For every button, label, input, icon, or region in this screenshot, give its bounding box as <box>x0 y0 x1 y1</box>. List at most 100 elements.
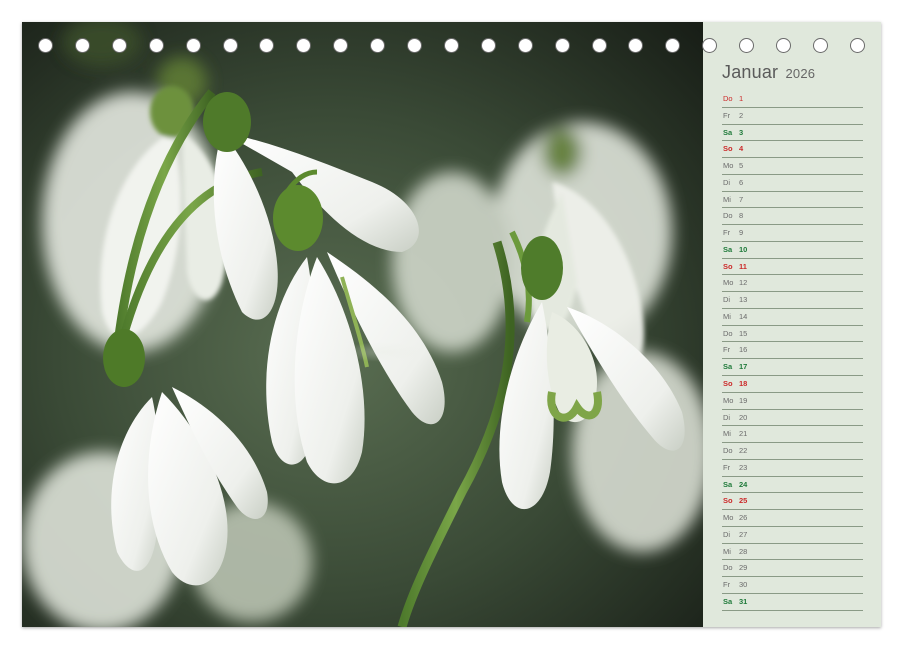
day-row: Sa 24 <box>722 477 863 494</box>
day-row: Fr 16 <box>722 342 863 360</box>
day-number: 31 <box>739 596 748 606</box>
day-row: Mi 14 <box>722 309 863 326</box>
weekday-label: Sa <box>723 244 733 254</box>
binding-hole <box>665 38 681 53</box>
day-list: Do 1 Fr 2 Sa 3 So 4 Mo 5 Di 6 Mi 7 Do 8 Fr 9 Sa 10 So 11 Mo 12 D… <box>722 91 863 611</box>
day-number: 22 <box>739 446 748 456</box>
day-number: 9 <box>739 228 744 238</box>
day-number: 28 <box>739 546 748 556</box>
weekday-label: Sa <box>723 362 733 372</box>
weekday-label: Mo <box>723 395 734 405</box>
binding-hole <box>702 38 718 53</box>
day-number: 19 <box>739 395 748 405</box>
binding-hole <box>333 38 349 53</box>
day-row: Do 22 <box>722 443 863 460</box>
day-number: 6 <box>739 177 744 187</box>
day-row: Fr 9 <box>722 225 863 242</box>
day-row: Do 8 <box>722 208 863 226</box>
weekday-label: Mi <box>723 429 731 439</box>
day-row: Sa 3 <box>722 125 863 142</box>
day-number: 2 <box>739 110 744 120</box>
weekday-label: So <box>723 496 733 506</box>
spiral-binding <box>22 38 881 58</box>
weekday-label: Mi <box>723 546 731 556</box>
day-number: 21 <box>739 429 748 439</box>
day-number: 1 <box>739 94 744 103</box>
calendar-sidebar: Januar 2026 Do 1 Fr 2 Sa 3 So 4 Mo 5 Di 6 Mi 7 Do 8 Fr 9 S… <box>703 22 881 627</box>
weekday-label: Fr <box>723 462 731 472</box>
day-row: So 25 <box>722 493 863 511</box>
binding-hole <box>111 38 127 53</box>
day-number: 26 <box>739 513 748 523</box>
binding-hole <box>739 38 755 53</box>
day-number: 13 <box>739 295 748 305</box>
day-number: 18 <box>739 379 748 389</box>
weekday-label: Di <box>723 295 731 305</box>
weekday-label: Di <box>723 529 731 539</box>
day-row: Mi 7 <box>722 192 863 209</box>
binding-hole <box>554 38 570 53</box>
weekday-label: So <box>723 261 733 271</box>
day-row: Di 13 <box>722 292 863 309</box>
binding-hole <box>628 38 644 53</box>
day-row: Sa 17 <box>722 359 863 377</box>
day-row: Sa 31 <box>722 594 863 611</box>
weekday-label: So <box>723 144 733 154</box>
day-row: Do 29 <box>722 560 863 578</box>
day-number: 14 <box>739 311 748 321</box>
weekday-label: Do <box>723 94 733 103</box>
binding-hole <box>443 38 459 53</box>
day-row: Mi 21 <box>722 426 863 444</box>
weekday-label: Fr <box>723 110 731 120</box>
day-number: 30 <box>739 580 748 590</box>
weekday-label: Do <box>723 446 733 456</box>
day-row: Do 1 <box>722 91 863 108</box>
binding-hole <box>591 38 607 53</box>
day-number: 24 <box>739 479 748 489</box>
binding-hole <box>222 38 238 53</box>
day-number: 5 <box>739 161 744 171</box>
day-row: Fr 30 <box>722 577 863 594</box>
binding-hole <box>812 38 828 53</box>
weekday-label: Mo <box>723 513 734 523</box>
weekday-label: Di <box>723 177 731 187</box>
day-row: Mo 5 <box>722 158 863 175</box>
day-row: Di 27 <box>722 527 863 544</box>
binding-hole <box>38 38 53 53</box>
day-number: 8 <box>739 211 744 221</box>
binding-hole <box>259 38 275 53</box>
weekday-label: Do <box>723 563 733 573</box>
month-heading: Januar 2026 <box>722 62 815 83</box>
weekday-label: Do <box>723 211 733 221</box>
day-row: Mi 28 <box>722 544 863 561</box>
day-number: 12 <box>739 278 748 288</box>
weekday-label: Mo <box>723 161 734 171</box>
day-row: So 18 <box>722 376 863 393</box>
weekday-label: Sa <box>723 479 733 489</box>
weekday-label: Fr <box>723 228 731 238</box>
day-row: Fr 23 <box>722 460 863 477</box>
month-name: Januar <box>722 62 779 82</box>
year-label: 2026 <box>785 66 816 81</box>
day-number: 27 <box>739 529 748 539</box>
weekday-label: Fr <box>723 345 731 355</box>
day-number: 23 <box>739 462 748 472</box>
binding-hole <box>407 38 422 53</box>
day-number: 16 <box>739 345 748 355</box>
day-number: 10 <box>739 244 748 254</box>
binding-hole <box>185 38 201 53</box>
day-number: 4 <box>739 144 744 154</box>
weekday-label: Mo <box>723 278 734 288</box>
day-number: 17 <box>739 362 748 372</box>
weekday-label: So <box>723 379 733 389</box>
weekday-label: Mi <box>723 311 731 321</box>
day-row: So 11 <box>722 259 863 276</box>
day-number: 25 <box>739 496 748 506</box>
day-number: 11 <box>739 261 747 271</box>
day-row: Sa 10 <box>722 242 863 259</box>
day-number: 7 <box>739 194 744 204</box>
binding-hole <box>776 38 791 53</box>
day-row: Mo 19 <box>722 393 863 410</box>
day-row: So 4 <box>722 141 863 159</box>
weekday-label: Sa <box>723 596 733 606</box>
